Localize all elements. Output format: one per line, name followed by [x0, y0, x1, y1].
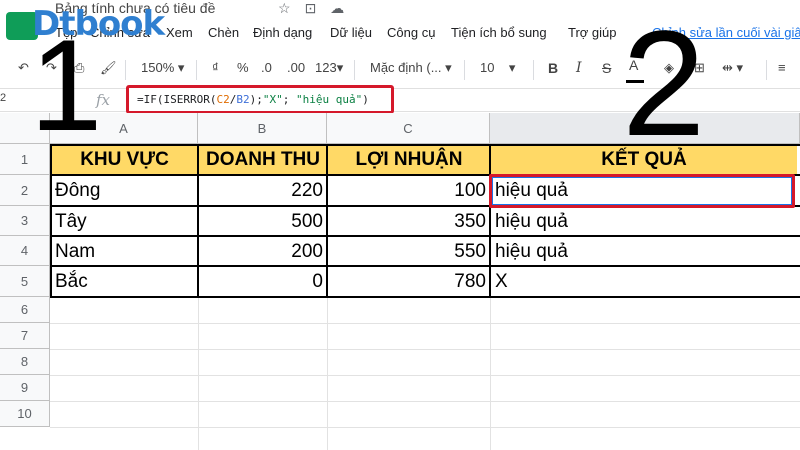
- name-box[interactable]: 2: [0, 92, 6, 104]
- formula-part: =IF(ISERROR(: [137, 93, 217, 106]
- formula-part: ): [362, 93, 369, 106]
- divider: [125, 60, 126, 80]
- strikethrough-button[interactable]: S: [602, 60, 611, 76]
- cell-a5[interactable]: Bắc: [51, 267, 198, 297]
- paint-format-icon[interactable]: 🖌: [100, 60, 117, 76]
- gridline: [198, 297, 199, 450]
- cell-b3[interactable]: 500: [199, 207, 327, 236]
- table-border: [326, 144, 328, 298]
- decrease-decimal-button[interactable]: .0: [261, 60, 272, 75]
- gridline: [50, 323, 800, 324]
- divider: [766, 60, 767, 80]
- cell-d3[interactable]: hiệu quả: [491, 207, 797, 236]
- menu-addons[interactable]: Tiện ích bổ sung: [451, 25, 547, 40]
- header-cell-revenue[interactable]: DOANH THU: [199, 145, 327, 175]
- gridline: [50, 375, 800, 376]
- merge-cells-icon[interactable]: ⇹ ▾: [722, 60, 743, 76]
- table-border: [50, 144, 52, 298]
- increase-decimal-button[interactable]: .00: [287, 60, 305, 75]
- star-icon[interactable]: ☆: [278, 0, 291, 17]
- row-header-10[interactable]: 10: [0, 401, 50, 427]
- menu-help[interactable]: Trợ giúp: [568, 25, 617, 40]
- cell-c2[interactable]: 100: [328, 176, 490, 206]
- gridline: [50, 401, 800, 402]
- menu-format[interactable]: Định dạng: [253, 25, 312, 40]
- gridline: [50, 427, 800, 428]
- divider: [196, 60, 197, 80]
- column-header-c[interactable]: C: [327, 113, 490, 144]
- formula-part: );: [249, 93, 263, 106]
- align-icon[interactable]: ≡: [778, 60, 786, 75]
- row-header-6[interactable]: 6: [0, 297, 50, 323]
- title-icons: ☆ ⊡ ☁: [278, 0, 344, 17]
- menu-view[interactable]: Xem: [166, 25, 193, 40]
- cell-b4[interactable]: 200: [199, 237, 327, 266]
- undo-icon[interactable]: ↶: [18, 60, 29, 76]
- cell-a2[interactable]: Đông: [51, 176, 198, 206]
- cell-d5[interactable]: X: [491, 267, 797, 297]
- formula-string-hieu-qua: "hiệu quả": [295, 93, 363, 106]
- column-header-b[interactable]: B: [198, 113, 327, 144]
- gridline: [490, 297, 491, 450]
- divider: [533, 60, 534, 80]
- row-header-7[interactable]: 7: [0, 323, 50, 349]
- formula-input-highlight[interactable]: =IF(ISERROR(C2/B2);"X"; "hiệu quả"): [126, 85, 394, 114]
- currency-button[interactable]: ₫: [212, 60, 219, 75]
- cell-a3[interactable]: Tây: [51, 207, 198, 236]
- formula-string-x: "X": [262, 93, 283, 106]
- row-header-2[interactable]: 2: [0, 175, 50, 206]
- cloud-saved-icon[interactable]: ☁: [330, 0, 344, 17]
- cell-b2[interactable]: 220: [199, 176, 327, 206]
- formula-ref-b2: B2: [236, 93, 250, 106]
- cell-d4[interactable]: hiệu quả: [491, 237, 797, 266]
- formula-ref-c2: C2: [216, 93, 230, 106]
- italic-button[interactable]: I: [576, 60, 582, 76]
- cell-a4[interactable]: Nam: [51, 237, 198, 266]
- table-border: [197, 144, 199, 298]
- cell-c3[interactable]: 350: [328, 207, 490, 236]
- gridline: [327, 297, 328, 450]
- zoom-value: 150%: [141, 60, 175, 75]
- more-formats-label: 123: [315, 60, 337, 75]
- table-border: [489, 144, 491, 298]
- more-formats-button[interactable]: 123▾: [315, 60, 343, 76]
- font-size-value: 10: [480, 60, 495, 75]
- move-to-folder-icon[interactable]: ⊡: [305, 0, 317, 17]
- step-number-1: 1: [30, 12, 103, 158]
- formula-input[interactable]: =IF(ISERROR(C2/B2);"X"; "hiệu quả"): [137, 93, 369, 106]
- active-cell-highlight: [489, 174, 795, 208]
- menu-tools[interactable]: Công cụ: [387, 25, 435, 40]
- row-header-4[interactable]: 4: [0, 236, 50, 266]
- cell-c4[interactable]: 550: [328, 237, 490, 266]
- step-number-2: 2: [622, 0, 706, 167]
- divider: [464, 60, 465, 80]
- row-header-9[interactable]: 9: [0, 375, 50, 401]
- menu-data[interactable]: Dữ liệu: [330, 25, 372, 40]
- font-size-select[interactable]: 10 ▾: [480, 60, 515, 76]
- percent-button[interactable]: %: [237, 60, 249, 75]
- divider: [354, 60, 355, 80]
- gridline: [50, 349, 800, 350]
- cell-b5[interactable]: 0: [199, 267, 327, 297]
- table-border: [50, 296, 800, 298]
- formula-part: ;: [282, 93, 296, 106]
- row-header-5[interactable]: 5: [0, 266, 50, 297]
- zoom-select[interactable]: 150% ▾: [141, 60, 184, 76]
- font-select[interactable]: Mặc định (... ▾: [370, 60, 452, 76]
- cell-c5[interactable]: 780: [328, 267, 490, 297]
- row-header-3[interactable]: 3: [0, 206, 50, 236]
- header-cell-profit[interactable]: LỢI NHUẬN: [328, 145, 490, 175]
- row-header-8[interactable]: 8: [0, 349, 50, 375]
- bold-button[interactable]: B: [548, 60, 558, 76]
- table-border: [50, 235, 800, 237]
- font-value: Mặc định (...: [370, 60, 442, 75]
- table-border: [50, 265, 800, 267]
- menu-insert[interactable]: Chèn: [208, 25, 239, 40]
